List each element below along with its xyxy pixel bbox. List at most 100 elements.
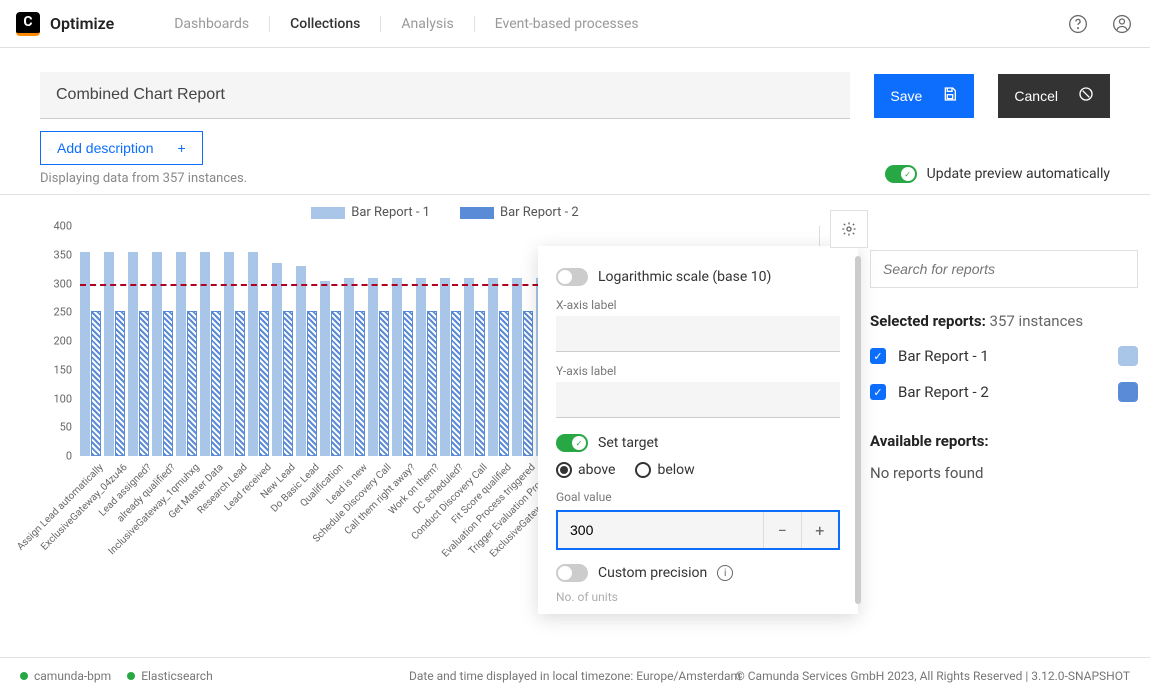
bar-group xyxy=(248,252,270,456)
bar-group xyxy=(440,278,462,456)
cancel-button[interactable]: Cancel xyxy=(998,74,1110,118)
bar-series-1 xyxy=(272,263,282,456)
bar-group xyxy=(200,252,222,456)
y-tick: 350 xyxy=(53,248,72,261)
goal-increment-button[interactable]: + xyxy=(801,512,839,548)
report-2-label: Bar Report - 2 xyxy=(898,383,989,401)
bar-group xyxy=(464,278,486,456)
plus-icon: + xyxy=(178,140,186,156)
bar-series-1 xyxy=(392,278,402,456)
bar-series-2 xyxy=(211,311,221,456)
footer-timezone: Date and time displayed in local timezon… xyxy=(409,669,741,683)
target-below-label: below xyxy=(657,462,694,478)
app-header: C Optimize Dashboards Collections Analys… xyxy=(0,0,1150,48)
target-above-radio[interactable]: above xyxy=(556,462,615,478)
target-below-radio[interactable]: below xyxy=(635,462,694,478)
goal-value-input[interactable] xyxy=(558,512,763,548)
bar-group xyxy=(416,278,438,456)
bar-group xyxy=(80,252,102,456)
bar-series-2 xyxy=(283,311,293,456)
bar-group xyxy=(176,252,198,456)
bar-series-1 xyxy=(320,281,330,456)
available-reports-text: Available reports: xyxy=(870,432,989,450)
nav-analysis[interactable]: Analysis xyxy=(381,16,474,32)
report-2-color[interactable] xyxy=(1118,382,1138,402)
user-icon[interactable] xyxy=(1110,12,1134,36)
available-reports-heading: Available reports: xyxy=(870,432,1138,450)
log-scale-label: Logarithmic scale (base 10) xyxy=(598,269,771,285)
help-icon[interactable] xyxy=(1066,12,1090,36)
bar-series-2 xyxy=(139,311,149,456)
settings-panel: Logarithmic scale (base 10) X-axis label… xyxy=(538,246,858,614)
custom-precision-label: Custom precision xyxy=(598,565,707,581)
report-1-color[interactable] xyxy=(1118,346,1138,366)
bar-series-2 xyxy=(163,311,173,456)
y-tick: 150 xyxy=(53,363,72,376)
add-description-label: Add description xyxy=(57,140,154,156)
bar-group xyxy=(368,278,390,456)
settings-gear-button[interactable] xyxy=(830,210,868,248)
yaxis-label-input[interactable] xyxy=(556,382,840,418)
y-tick: 200 xyxy=(53,335,72,348)
no-units-label: No. of units xyxy=(556,590,840,604)
bar-series-1 xyxy=(224,252,234,456)
preview-toggle-row: Update preview automatically xyxy=(885,165,1110,183)
bar-group xyxy=(344,278,366,456)
report-1-label: Bar Report - 1 xyxy=(898,347,989,365)
nav-event-based[interactable]: Event-based processes xyxy=(475,16,659,32)
bar-series-2 xyxy=(403,311,413,456)
goal-decrement-button[interactable]: − xyxy=(763,512,801,548)
save-button-label: Save xyxy=(890,88,922,104)
legend-item-2: Bar Report - 2 xyxy=(460,205,579,220)
report-1-checkbox[interactable]: ✓ xyxy=(870,348,886,364)
bar-series-1 xyxy=(296,266,306,456)
custom-precision-toggle[interactable] xyxy=(556,564,588,582)
bar-series-2 xyxy=(115,311,125,456)
info-icon[interactable]: i xyxy=(717,565,733,581)
log-scale-toggle[interactable] xyxy=(556,268,588,286)
set-target-label: Set target xyxy=(598,435,658,451)
y-tick: 400 xyxy=(53,220,72,233)
preview-toggle[interactable] xyxy=(885,165,917,183)
bar-group xyxy=(272,263,294,456)
xaxis-label-input[interactable] xyxy=(556,316,840,352)
bar-series-2 xyxy=(91,311,101,456)
nav-dashboards[interactable]: Dashboards xyxy=(154,16,270,32)
bar-series-1 xyxy=(344,278,354,456)
bar-group xyxy=(104,252,126,456)
bar-group xyxy=(224,252,246,456)
footer: camunda-bpm Elasticsearch Date and time … xyxy=(0,657,1150,693)
save-icon xyxy=(942,86,958,105)
bar-series-1 xyxy=(368,278,378,456)
report-2-checkbox[interactable]: ✓ xyxy=(870,384,886,400)
brand-name: Optimize xyxy=(50,14,114,33)
save-button[interactable]: Save xyxy=(874,74,974,118)
bar-series-1 xyxy=(152,252,162,456)
bar-group xyxy=(512,278,534,456)
xaxis-label-heading: X-axis label xyxy=(556,298,840,312)
set-target-toggle[interactable] xyxy=(556,434,588,452)
legend-label-2: Bar Report - 2 xyxy=(500,205,579,220)
bar-series-2 xyxy=(307,311,317,456)
add-description-button[interactable]: Add description + xyxy=(40,131,203,165)
bar-series-1 xyxy=(416,278,426,456)
report-title-input[interactable] xyxy=(40,72,850,119)
toolbar: Save Cancel xyxy=(0,48,1150,119)
status-dot-1 xyxy=(20,672,28,680)
bar-series-1 xyxy=(512,278,522,456)
target-above-label: above xyxy=(578,462,615,478)
bar-series-1 xyxy=(200,252,210,456)
bar-series-2 xyxy=(427,311,437,456)
status-dot-2 xyxy=(127,672,135,680)
legend-label-1: Bar Report - 1 xyxy=(351,205,430,220)
selected-reports-text: Selected reports: xyxy=(870,312,986,330)
bar-series-2 xyxy=(235,311,245,456)
bar-series-2 xyxy=(355,311,365,456)
bar-series-2 xyxy=(523,311,533,456)
nav-collections[interactable]: Collections xyxy=(270,16,381,32)
selected-report-2: ✓ Bar Report - 2 xyxy=(870,382,1138,402)
y-tick: 300 xyxy=(53,277,72,290)
bar-series-1 xyxy=(176,252,186,456)
search-reports-input[interactable] xyxy=(870,250,1138,288)
y-tick: 50 xyxy=(60,421,72,434)
